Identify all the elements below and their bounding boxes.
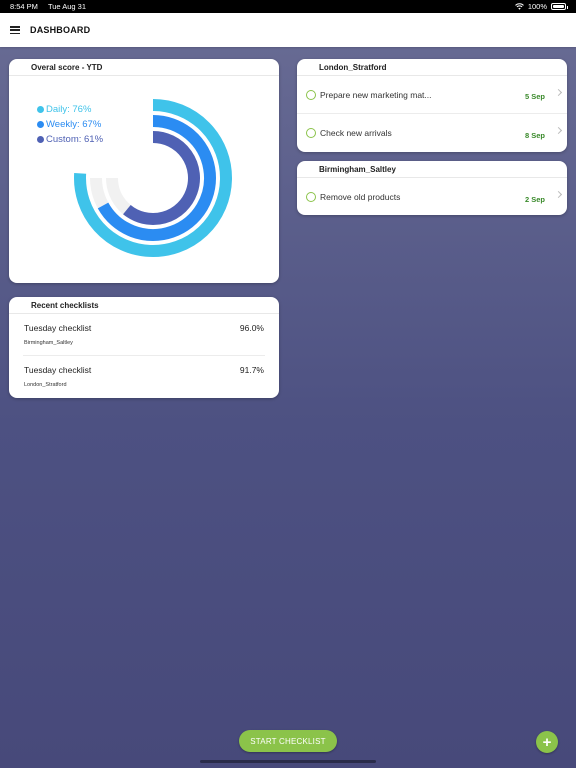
task-status-circle-icon[interactable] (306, 192, 316, 202)
add-button[interactable]: + (536, 731, 558, 753)
checklist-score: 91.7% (239, 365, 264, 375)
task-due-date: 5 Sep (524, 92, 545, 101)
task-label: Remove old products (320, 192, 401, 202)
task-row[interactable]: Remove old products 2 Sep (297, 178, 567, 215)
status-right: 100% (514, 2, 568, 11)
checklist-name: Tuesday checklist (24, 365, 92, 375)
legend-label-custom: Custom: 61% (46, 134, 104, 145)
status-bar: 8:54 PM Tue Aug 31 100% (0, 0, 576, 13)
page-title: DASHBOARD (30, 25, 91, 35)
start-checklist-button[interactable]: START CHECKLIST (239, 730, 337, 752)
home-indicator (200, 760, 376, 763)
recent-checklist-row[interactable]: Tuesday checklist London_Stratford 91.7% (23, 356, 265, 398)
chevron-right-icon (554, 126, 563, 135)
task-label: Prepare new marketing mat... (320, 89, 432, 100)
legend-dot-daily (37, 106, 44, 113)
app-bar: DASHBOARD (0, 13, 576, 47)
location-card-birmingham: Birmingham_Saltley Remove old products 2… (297, 161, 567, 215)
score-chart: Daily: 76% Weekly: 67% Custom: 61% (9, 76, 279, 283)
legend-dot-weekly (37, 121, 44, 128)
overall-score-card: Overal score - YTD Daily: 76% Weekly: 67… (9, 59, 279, 283)
legend-item-custom: Custom: 61% (37, 132, 103, 147)
legend-item-weekly: Weekly: 67% (37, 117, 103, 132)
checklist-name: Tuesday checklist (24, 323, 92, 333)
legend-item-daily: Daily: 76% (37, 102, 103, 117)
task-due-date: 2 Sep (524, 194, 545, 204)
location-title: Birmingham_Saltley (297, 161, 567, 178)
battery-fill (553, 5, 564, 8)
chevron-right-icon (554, 88, 563, 97)
score-legend: Daily: 76% Weekly: 67% Custom: 61% (37, 102, 103, 147)
battery-icon (551, 3, 568, 10)
recent-checklists-card: Recent checklists Tuesday checklist Birm… (9, 297, 279, 398)
checklist-site: London_Stratford (24, 382, 67, 388)
location-card-london: London_Stratford Prepare new marketing m… (297, 59, 567, 152)
chevron-right-icon (554, 190, 563, 199)
chart-bar-custom (123, 131, 200, 225)
task-due-date: 8 Sep (524, 130, 545, 140)
recent-checklists-title: Recent checklists (9, 297, 279, 314)
checklist-score: 96.0% (239, 323, 264, 333)
task-status-circle-icon[interactable] (306, 89, 316, 100)
status-time: 8:54 PM (10, 2, 38, 11)
battery-percent: 100% (527, 2, 547, 11)
recent-checklist-row[interactable]: Tuesday checklist Birmingham_Saltley 96.… (23, 314, 265, 356)
legend-dot-custom (37, 136, 44, 143)
checklist-site: Birmingham_Saltley (24, 340, 73, 346)
legend-label-weekly: Weekly: 67% (46, 119, 102, 130)
hamburger-menu-icon[interactable] (10, 26, 20, 34)
location-title: London_Stratford (297, 59, 567, 76)
task-row[interactable]: Prepare new marketing mat... 5 Sep (297, 76, 567, 114)
task-row[interactable]: Check new arrivals 8 Sep (297, 114, 567, 152)
status-date: Tue Aug 31 (47, 2, 87, 11)
task-label: Check new arrivals (320, 128, 392, 138)
legend-label-daily: Daily: 76% (46, 104, 92, 115)
task-status-circle-icon[interactable] (306, 128, 316, 138)
wifi-icon (514, 3, 524, 10)
overall-score-title: Overal score - YTD (9, 59, 279, 76)
